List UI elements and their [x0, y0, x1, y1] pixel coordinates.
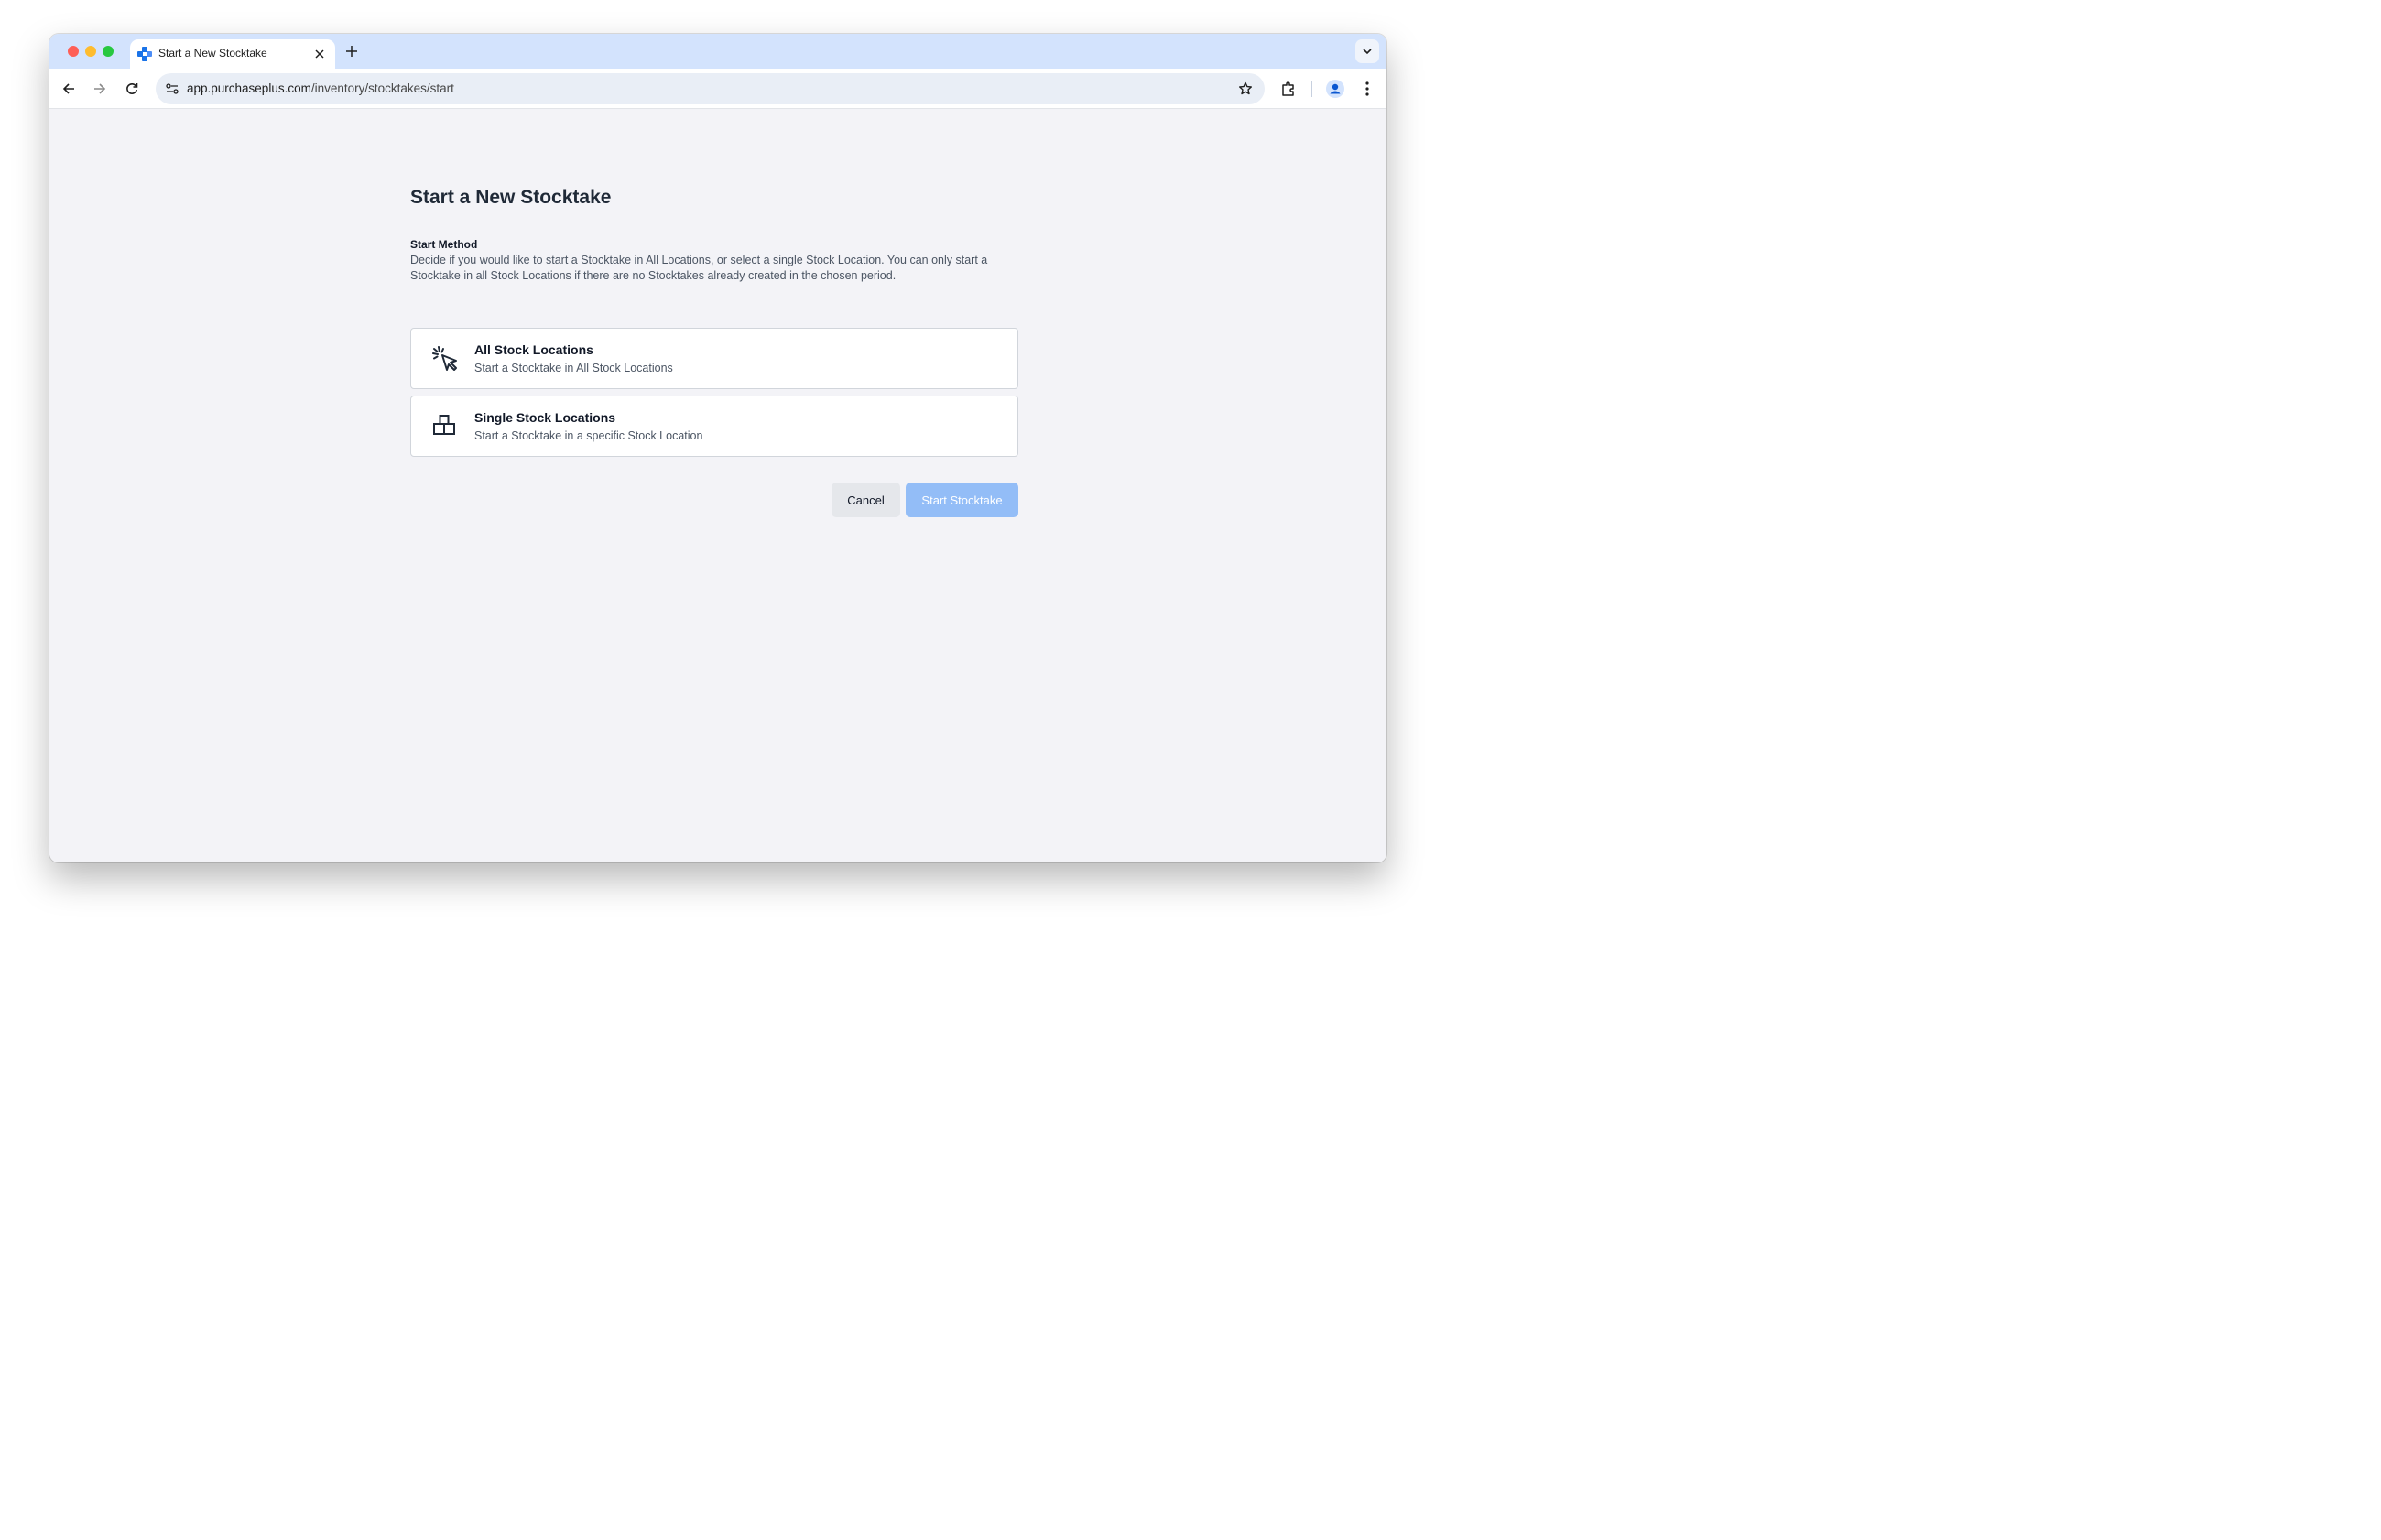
page-title: Start a New Stocktake [410, 187, 612, 208]
browser-menu-kebab-icon[interactable] [1354, 76, 1380, 102]
minimize-window-button[interactable] [85, 46, 96, 57]
start-stocktake-button[interactable]: Start Stocktake [906, 483, 1018, 517]
back-arrow-icon[interactable] [56, 76, 82, 102]
url-host: app.purchaseplus.com [187, 81, 311, 95]
tab-strip: Start a New Stocktake [49, 34, 1386, 69]
cancel-button[interactable]: Cancel [832, 483, 900, 517]
tab-title: Start a New Stocktake [158, 47, 267, 60]
option-title: All Stock Locations [474, 342, 593, 357]
new-tab-button[interactable] [341, 40, 363, 62]
purchaseplus-favicon-icon [137, 47, 152, 61]
extensions-puzzle-icon[interactable] [1276, 76, 1301, 102]
boxes-stack-icon [431, 413, 461, 442]
address-bar[interactable]: app.purchaseplus.com/inventory/stocktake… [156, 73, 1265, 104]
forward-arrow-icon[interactable] [87, 76, 113, 102]
cursor-click-icon [431, 345, 461, 374]
bookmark-star-icon[interactable] [1235, 79, 1256, 99]
url-text: app.purchaseplus.com/inventory/stocktake… [187, 81, 454, 95]
option-subtitle: Start a Stocktake in a specific Stock Lo… [474, 429, 703, 442]
option-subtitle: Start a Stocktake in All Stock Locations [474, 362, 673, 374]
tab-close-icon[interactable] [310, 44, 330, 64]
page-content: Start a New Stocktake Start Method Decid… [49, 109, 1386, 862]
option-all-stock-locations[interactable]: All Stock Locations Start a Stocktake in… [410, 328, 1018, 389]
browser-window: Start a New Stocktake app.purchaseplus.c… [49, 34, 1386, 862]
option-single-stock-locations[interactable]: Single Stock Locations Start a Stocktake… [410, 396, 1018, 457]
profile-avatar-icon[interactable] [1322, 76, 1348, 102]
close-window-button[interactable] [68, 46, 79, 57]
option-title: Single Stock Locations [474, 410, 616, 425]
url-path: /inventory/stocktakes/start [310, 81, 454, 95]
section-title: Start Method [410, 238, 478, 251]
tab-search-chevron-icon[interactable] [1355, 39, 1379, 63]
reload-icon[interactable] [119, 76, 145, 102]
browser-toolbar: app.purchaseplus.com/inventory/stocktake… [49, 69, 1386, 109]
section-description: Decide if you would like to start a Stoc… [410, 254, 988, 282]
site-settings-tune-icon[interactable] [163, 80, 181, 98]
tab-active[interactable]: Start a New Stocktake [130, 39, 335, 69]
maximize-window-button[interactable] [103, 46, 114, 57]
toolbar-divider [1311, 81, 1312, 97]
